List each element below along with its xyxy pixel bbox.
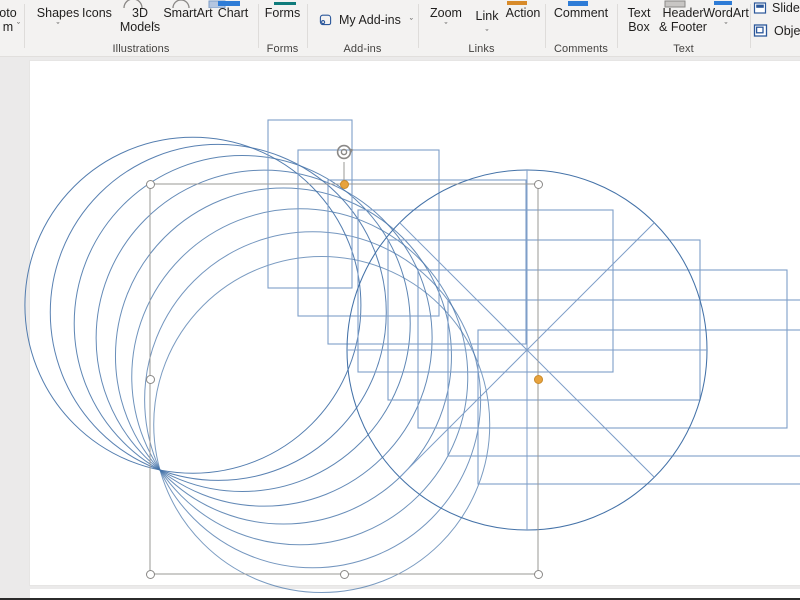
group-label-comments: Comments <box>545 43 617 55</box>
my-add-ins-label: My Add-ins <box>339 13 401 27</box>
ribbon-button-action[interactable]: Action <box>500 7 546 21</box>
chevron-down-icon[interactable]: ˇ <box>28 21 88 31</box>
rotate-handle-icon[interactable] <box>335 143 355 163</box>
slide-canvas[interactable] <box>30 61 800 585</box>
object-icon <box>753 23 769 39</box>
slide-number-icon <box>753 1 767 15</box>
chevron-down-icon[interactable]: ˇ <box>468 28 506 38</box>
slide-number-label: Slide <box>772 1 800 15</box>
ribbon: Illustrations oto m ˇ Shapes ˇ Icons 3D … <box>0 0 800 57</box>
zoom-label: Zoom <box>422 7 470 21</box>
ribbon-button-icons[interactable]: Icons <box>76 7 118 21</box>
selection-handle-bottom-center[interactable] <box>340 570 349 579</box>
chevron-down-icon[interactable]: ˇ <box>17 21 20 31</box>
chevron-down-icon[interactable]: ˇ <box>152 21 155 31</box>
selection-handle-top-center[interactable] <box>340 180 349 189</box>
three-d-models-label-line2: Models <box>114 21 166 35</box>
text-box-label-line2: Box <box>622 21 656 35</box>
action-label: Action <box>500 7 546 21</box>
ribbon-button-forms[interactable]: Forms <box>258 7 307 21</box>
ribbon-group-add-ins: Add-ins <box>307 0 418 56</box>
add-ins-icon <box>318 12 334 28</box>
photo-album-label-line2: m <box>0 21 28 35</box>
selection-handle-bottom-left[interactable] <box>146 570 155 579</box>
ribbon-button-my-add-ins[interactable]: My Add-ins ˇ <box>318 12 413 28</box>
ribbon-button-zoom[interactable]: Zoom ˇ <box>422 7 470 31</box>
ribbon-button-photo-album[interactable]: oto m <box>0 7 28 34</box>
powerpoint-window: Illustrations oto m ˇ Shapes ˇ Icons 3D … <box>0 0 800 600</box>
group-label-forms: Forms <box>258 43 307 55</box>
chevron-down-icon[interactable]: ˇ <box>410 17 413 27</box>
text-box-label-line1: Text <box>622 7 656 21</box>
smartart-label: SmartArt <box>158 7 218 21</box>
object-label: Object <box>774 24 800 38</box>
ribbon-button-chart[interactable]: Chart <box>212 7 254 21</box>
photo-album-label-line1: oto <box>0 7 28 21</box>
ribbon-button-slide-number[interactable]: Slide <box>753 1 800 15</box>
selection-handle-middle-left[interactable] <box>146 375 155 384</box>
wordart-label: WordArt <box>700 7 752 21</box>
chart-label: Chart <box>212 7 254 21</box>
chevron-down-icon[interactable]: ˇ <box>422 21 470 31</box>
chevron-down-icon[interactable]: ˇ <box>700 21 752 31</box>
ribbon-button-wordart[interactable]: WordArt ˇ <box>700 7 752 31</box>
forms-label: Forms <box>258 7 307 21</box>
selection-handle-top-right[interactable] <box>534 180 543 189</box>
ribbon-button-object[interactable]: Object <box>753 23 800 39</box>
selection-handle-top-left[interactable] <box>146 180 155 189</box>
group-label-add-ins: Add-ins <box>307 43 418 55</box>
selection-handle-bottom-right[interactable] <box>534 570 543 579</box>
group-label-text: Text <box>617 43 750 55</box>
group-label-illustrations: Illustrations <box>24 43 258 55</box>
ribbon-button-comment[interactable]: Comment <box>545 7 617 21</box>
ribbon-button-text-box[interactable]: Text Box <box>622 7 656 34</box>
selection-handle-middle-right[interactable] <box>534 375 543 384</box>
comment-label: Comment <box>545 7 617 21</box>
ribbon-button-smartart[interactable]: SmartArt <box>158 7 218 21</box>
group-label-links: Links <box>418 43 545 55</box>
slide-workspace[interactable] <box>0 57 800 600</box>
icons-label: Icons <box>76 7 118 21</box>
